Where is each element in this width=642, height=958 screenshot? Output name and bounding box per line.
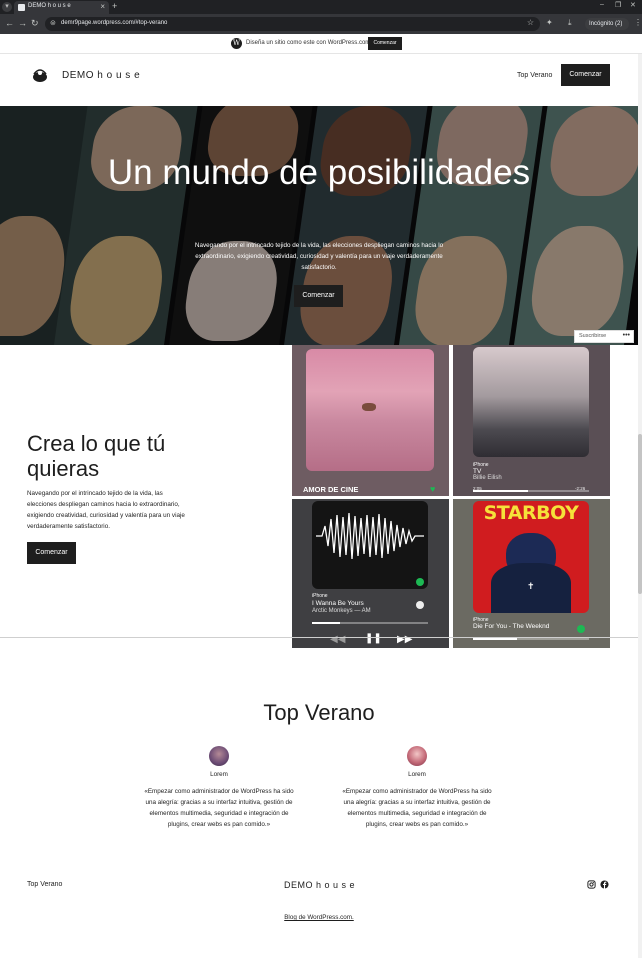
- next-track-icon[interactable]: ▶▶: [397, 634, 412, 645]
- top-verano-title: Top Verano: [263, 700, 375, 725]
- footer-link-top-verano[interactable]: Top Verano: [27, 881, 62, 888]
- wordpress-banner-text: Diseña un sitio como este con WordPress.…: [246, 40, 371, 46]
- minimize-icon[interactable]: –: [600, 1, 604, 8]
- tile-arctic-monkeys[interactable]: iPhone I Wanna Be Yours Arctic Monkeys —…: [292, 499, 449, 648]
- header-cta-button[interactable]: Comenzar: [561, 64, 610, 86]
- back-icon[interactable]: ←: [5, 18, 14, 28]
- tab-search-icon[interactable]: ▾: [2, 2, 12, 12]
- starboy-cover-text: STARBOY: [483, 502, 579, 524]
- page-scrollbar[interactable]: [638, 54, 642, 958]
- browser-toolbar: ← → ↻ ⊜ demr9page.wordpress.com/#top-ver…: [0, 14, 642, 34]
- spotify-icon: [416, 578, 424, 586]
- tile-starboy[interactable]: STARBOY ✝ iPhone Die For You - The Weekn…: [453, 499, 610, 648]
- tv-progress-bar[interactable]: [473, 490, 589, 492]
- am-device: iPhone: [312, 593, 328, 599]
- address-bar[interactable]: ⊜ demr9page.wordpress.com/#top-verano ☆: [45, 17, 540, 31]
- spotify-icon: [577, 625, 585, 633]
- site-info-icon[interactable]: ⊜: [50, 19, 56, 27]
- browser-tab[interactable]: DEMO h o u s e ×: [14, 1, 109, 14]
- incognito-badge[interactable]: Incógnito (2): [585, 18, 629, 30]
- footer-credit-link[interactable]: Blog de WordPress.com.: [0, 914, 638, 921]
- extensions-icon[interactable]: ✦: [546, 18, 553, 27]
- am-artist: Arctic Monkeys — AM: [312, 608, 371, 614]
- feature-title: Crea lo que tú quieras: [27, 431, 166, 481]
- more-options-icon[interactable]: •••: [623, 330, 630, 341]
- tile-amor-de-cine[interactable]: AMOR DE CINE ♥: [292, 345, 449, 496]
- browser-menu-icon[interactable]: ⋮: [634, 18, 642, 27]
- hero-cta-button[interactable]: Comenzar: [294, 285, 343, 307]
- downloads-icon[interactable]: ⤓: [568, 18, 572, 28]
- testimonial-name: Lorem: [408, 771, 426, 778]
- tv-artwork: [473, 347, 589, 457]
- instagram-icon[interactable]: [587, 880, 596, 889]
- address-url[interactable]: demr9page.wordpress.com/#top-verano: [61, 20, 167, 26]
- subscribe-button[interactable]: Suscribirse •••: [574, 330, 634, 343]
- testimonial-quote: «Empezar como administrador de WordPress…: [144, 788, 294, 828]
- am-artwork: [312, 501, 428, 589]
- am-progress-bar[interactable]: [312, 622, 428, 624]
- tv-remaining: -2:26: [575, 486, 586, 491]
- subscribe-label: Suscribirse: [579, 333, 607, 339]
- new-tab-icon[interactable]: +: [112, 1, 117, 11]
- avatar: [407, 746, 427, 766]
- starboy-progress-bar[interactable]: [473, 638, 589, 640]
- site-title[interactable]: DEMO h o u s e: [62, 70, 140, 81]
- pause-icon[interactable]: ❚❚: [365, 633, 382, 644]
- scrollbar-thumb[interactable]: [638, 434, 642, 594]
- footer-site-title[interactable]: DEMO h o u s e: [284, 880, 355, 890]
- tile-cloud-label: AMOR DE CINE: [303, 485, 359, 494]
- starboy-artwork: STARBOY ✝: [473, 501, 589, 613]
- feature-cta-button[interactable]: Comenzar: [27, 542, 76, 564]
- tab-favicon-icon: [18, 4, 25, 11]
- testimonial-name: Lorem: [210, 771, 228, 778]
- tab-close-icon[interactable]: ×: [100, 2, 105, 11]
- wordpress-icon: W: [231, 38, 242, 49]
- restore-icon[interactable]: ❐: [615, 1, 621, 9]
- starboy-track-title: Die For You - The Weeknd: [473, 623, 550, 630]
- previous-track-icon[interactable]: ◀◀: [330, 634, 345, 645]
- tab-title: DEMO h o u s e: [28, 3, 71, 9]
- testimonial-quote: «Empezar como administrador de WordPress…: [342, 788, 492, 828]
- facebook-icon[interactable]: [600, 880, 609, 889]
- hero-overlay: [0, 106, 638, 345]
- tv-artist: Billie Eilish: [473, 475, 502, 481]
- heart-icon[interactable]: ♥: [430, 484, 435, 494]
- hero-subtitle: Navegando por el intrincado tejido de la…: [194, 242, 444, 271]
- bookmark-star-icon[interactable]: ☆: [527, 18, 534, 27]
- browser-tabbar: ▾ DEMO h o u s e × + – ❐ ✕: [0, 0, 642, 14]
- hero-section: Un mundo de posibilidades Navegando por …: [0, 106, 638, 345]
- site-logo-icon[interactable]: [31, 67, 49, 83]
- hero-title: Un mundo de posibilidades: [107, 153, 531, 192]
- forward-icon[interactable]: →: [18, 18, 27, 28]
- figure-on-clouds: [362, 403, 376, 411]
- nav-link-top-verano[interactable]: Top Verano: [517, 72, 552, 79]
- section-divider: [0, 637, 642, 638]
- tile-tv[interactable]: iPhone TV Billie Eilish 2:05 -2:26: [453, 345, 610, 496]
- tv-track-title: TV: [473, 468, 482, 475]
- reload-icon[interactable]: ↻: [31, 18, 39, 29]
- feature-text: Navegando por el intrincado tejido de la…: [27, 490, 185, 530]
- cross-icon: ✝: [527, 581, 535, 591]
- am-track-title: I Wanna Be Yours: [312, 600, 364, 607]
- wordpress-banner-button[interactable]: Comenzar: [368, 37, 402, 50]
- tv-elapsed: 2:05: [473, 486, 482, 491]
- wordpress-banner: W Diseña un sitio como este con WordPres…: [0, 34, 642, 54]
- more-options-icon[interactable]: [416, 601, 424, 609]
- close-window-icon[interactable]: ✕: [630, 1, 636, 9]
- avatar: [209, 746, 229, 766]
